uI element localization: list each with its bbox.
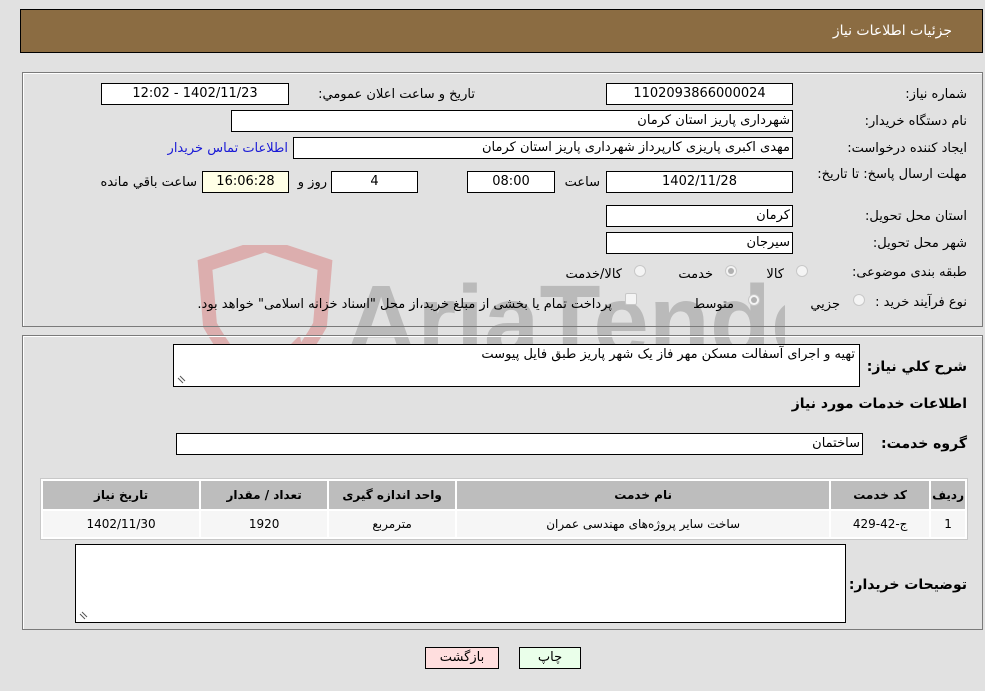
category-service-label: خدمت xyxy=(678,267,713,282)
announce-datetime-label: تاریخ و ساعت اعلان عمومي: xyxy=(318,87,475,102)
category-label: طبقه بندی موضوعی: xyxy=(851,265,967,280)
deadline-time-label: ساعت xyxy=(564,175,600,190)
requester-label: ایجاد کننده درخواست: xyxy=(847,141,967,156)
cell-unit: مترمربع xyxy=(329,511,456,537)
col-quantity: تعداد / مقدار xyxy=(201,481,328,509)
treasury-note: پرداخت تمام یا بخشی از مبلغ خرید،از محل … xyxy=(197,297,612,312)
col-service-name: نام خدمت xyxy=(457,481,830,509)
category-goods-label: کالا xyxy=(766,267,784,282)
col-unit: واحد اندازه گیری xyxy=(329,481,456,509)
col-row-number: ردیف xyxy=(931,481,965,509)
page-title: جزئیات اطلاعات نیاز xyxy=(832,23,952,39)
print-button[interactable]: چاپ xyxy=(519,647,581,669)
city-field[interactable]: سیرجان xyxy=(606,232,793,254)
need-number-field[interactable]: 1102093866000024 xyxy=(606,83,793,105)
time-remaining-field: 16:06:28 xyxy=(202,171,289,193)
buyer-contact-link[interactable]: اطلاعات تماس خریدار xyxy=(168,141,288,156)
category-service-radio[interactable] xyxy=(725,265,737,277)
services-table: ردیف کد خدمت نام خدمت واحد اندازه گیری ت… xyxy=(40,478,968,540)
days-label: روز و xyxy=(297,175,327,190)
requester-field[interactable]: مهدی اکبری پاریزی کارپرداز شهرداری پاریز… xyxy=(293,137,793,159)
service-group-label: گروه خدمت: xyxy=(881,436,967,452)
deadline-label: مهلت ارسال پاسخ: تا تاریخ: xyxy=(817,167,967,182)
resize-grip-icon[interactable] xyxy=(176,374,186,384)
province-field[interactable]: کرمان xyxy=(606,205,793,227)
description-label: شرح کلي نياز: xyxy=(866,359,967,375)
service-group-field[interactable]: ساختمان xyxy=(176,433,863,455)
col-service-code: کد خدمت xyxy=(831,481,930,509)
province-label: استان محل تحویل: xyxy=(865,209,967,224)
resize-grip-icon[interactable] xyxy=(78,610,88,620)
process-medium-label: متوسط xyxy=(693,297,734,312)
category-goods-radio[interactable] xyxy=(796,265,808,277)
description-text: تهیه و اجرای آسفالت مسکن مهر فاز یک شهر … xyxy=(481,347,855,362)
cell-need-date: 1402/11/30 xyxy=(43,511,200,537)
process-minor-radio[interactable] xyxy=(853,294,865,306)
treasury-checkbox[interactable] xyxy=(625,293,637,305)
page-header: جزئیات اطلاعات نیاز xyxy=(20,9,983,53)
table-header-row: ردیف کد خدمت نام خدمت واحد اندازه گیری ت… xyxy=(43,481,965,509)
buyer-org-label: نام دستگاه خریدار: xyxy=(864,114,967,129)
services-section-title: اطلاعات خدمات مورد نياز xyxy=(791,396,967,412)
category-goods-service-radio[interactable] xyxy=(634,265,646,277)
buyer-org-field[interactable]: شهرداری پاریز استان کرمان xyxy=(231,110,793,132)
category-goods-service-label: کالا/خدمت xyxy=(565,267,622,282)
city-label: شهر محل تحویل: xyxy=(872,236,967,251)
time-remaining-label: ساعت باقي مانده xyxy=(100,175,197,190)
process-medium-radio[interactable] xyxy=(748,294,760,306)
deadline-date-field[interactable]: 1402/11/28 xyxy=(606,171,793,193)
announce-datetime-field[interactable]: 1402/11/23 - 12:02 xyxy=(101,83,289,105)
process-label: نوع فرآیند خرید : xyxy=(875,295,967,310)
description-textarea[interactable]: تهیه و اجرای آسفالت مسکن مهر فاز یک شهر … xyxy=(173,344,860,387)
buyer-notes-label: توضیحات خریدار: xyxy=(848,577,967,593)
cell-service-code: ج-42-429 xyxy=(831,511,930,537)
deadline-time-field[interactable]: 08:00 xyxy=(467,171,555,193)
buyer-notes-textarea[interactable] xyxy=(75,544,846,623)
cell-quantity: 1920 xyxy=(201,511,328,537)
days-remaining-field[interactable]: 4 xyxy=(331,171,418,193)
back-button[interactable]: بازگشت xyxy=(425,647,499,669)
cell-row-number: 1 xyxy=(931,511,965,537)
cell-service-name: ساخت سایر پروژه‌های مهندسی عمران xyxy=(457,511,830,537)
col-need-date: تاریخ نیاز xyxy=(43,481,200,509)
need-number-label: شماره نیاز: xyxy=(905,87,967,102)
table-row: 1 ج-42-429 ساخت سایر پروژه‌های مهندسی عم… xyxy=(43,511,965,537)
process-minor-label: جزيي xyxy=(810,297,840,312)
